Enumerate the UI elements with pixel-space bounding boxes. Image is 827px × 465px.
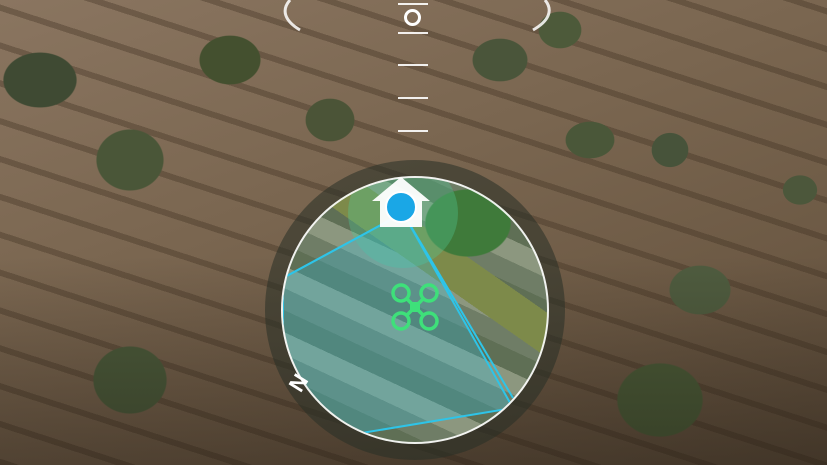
- gimbal-pitch-ring-icon[interactable]: [404, 9, 421, 26]
- pitch-tick-1: [398, 3, 428, 5]
- drone-aircraft-icon: [391, 283, 439, 331]
- pitch-tick-4: [398, 97, 428, 99]
- pitch-tick-3: [398, 64, 428, 66]
- pilot-location-icon: [385, 191, 417, 223]
- pitch-tick-5: [398, 130, 428, 132]
- pitch-tick-2: [398, 32, 428, 34]
